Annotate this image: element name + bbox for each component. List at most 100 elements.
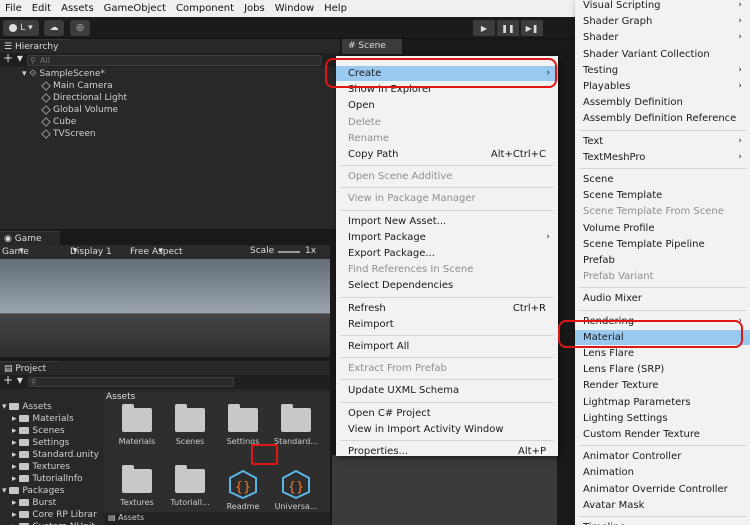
tab-scene[interactable]: # Scene [342, 39, 402, 54]
menu-item-find-references-in-scene[interactable]: Find References In Scene [336, 262, 558, 277]
add-icon[interactable]: + ▾ [3, 51, 23, 65]
menu-item-animation[interactable]: Animation [575, 465, 750, 480]
menu-item-scene[interactable]: Scene [575, 172, 750, 187]
menu-item-reimport-all[interactable]: Reimport All [336, 339, 558, 354]
menu-item-prefab[interactable]: Prefab [575, 253, 750, 268]
expand-arrow-icon[interactable]: ▾ [2, 486, 9, 496]
menu-item-select-dependencies[interactable]: Select Dependencies [336, 278, 558, 293]
expand-arrow-icon[interactable]: ▸ [12, 474, 19, 484]
menu-item-view-in-package-manager[interactable]: View in Package Manager [336, 191, 558, 206]
menu-item-prefab-variant[interactable]: Prefab Variant [575, 269, 750, 284]
menu-item-lighting-settings[interactable]: Lighting Settings [575, 411, 750, 426]
menu-jobs[interactable]: Jobs [239, 3, 270, 14]
menu-item-scene-template-from-scene[interactable]: Scene Template From Scene [575, 204, 750, 219]
menu-item-timeline[interactable]: Timeline [575, 520, 750, 525]
menu-window[interactable]: Window [270, 3, 319, 14]
project-tree-item-assets[interactable]: ▾ Assets [2, 402, 52, 412]
asset-materials[interactable]: Materials [112, 404, 162, 446]
asset-readme[interactable]: {} Readme [218, 469, 268, 511]
hierarchy-item-main-camera[interactable]: Main Camera [41, 80, 113, 91]
menu-item-import-new-asset[interactable]: Import New Asset... [336, 214, 558, 229]
menu-item-rename[interactable]: Rename [336, 131, 558, 146]
menu-item-lens-flare[interactable]: Lens Flare [575, 346, 750, 361]
display-dropdown[interactable]: Display 1 ▾ [70, 246, 112, 257]
menu-item-animator-controller[interactable]: Animator Controller [575, 449, 750, 464]
project-tree-item-core-rp-librar[interactable]: ▸ Core RP Librar [12, 510, 97, 520]
menu-item-refresh[interactable]: Refresh Ctrl+R [336, 301, 558, 316]
cloud-icon[interactable]: ☁ [44, 20, 64, 36]
tab-game[interactable]: ◉ Game [0, 231, 60, 246]
menu-item-lens-flare-srp[interactable]: Lens Flare (SRP) [575, 362, 750, 377]
menu-item-textmeshpro[interactable]: TextMeshPro › [575, 150, 750, 165]
menu-item-extract-from-prefab[interactable]: Extract From Prefab [336, 361, 558, 376]
project-tree-item-burst[interactable]: ▸ Burst [12, 498, 56, 508]
game-view-dropdown[interactable]: Game ▾ [2, 246, 29, 257]
project-tree-item-textures[interactable]: ▸ Textures [12, 462, 70, 472]
expand-arrow-icon[interactable]: ▸ [12, 510, 19, 520]
project-tree-item-packages[interactable]: ▾ Packages [2, 486, 64, 496]
project-tree-item-materials[interactable]: ▸ Materials [12, 414, 74, 424]
menu-item-update-uxml-schema[interactable]: Update UXML Schema [336, 383, 558, 398]
hierarchy-item-directional-light[interactable]: Directional Light [41, 92, 127, 103]
menu-item-delete[interactable]: Delete [336, 115, 558, 130]
step-button[interactable]: ▶❚ [521, 20, 543, 36]
collab-icon[interactable]: ◎ [70, 20, 90, 36]
menu-item-export-package[interactable]: Export Package... [336, 246, 558, 261]
expand-arrow-icon[interactable]: ▸ [12, 450, 19, 460]
game-view[interactable] [0, 259, 330, 357]
menu-component[interactable]: Component [171, 3, 239, 14]
menu-assets[interactable]: Assets [56, 3, 99, 14]
menu-item-volume-profile[interactable]: Volume Profile [575, 221, 750, 236]
menu-item-open-scene-additive[interactable]: Open Scene Additive [336, 169, 558, 184]
menu-item-testing[interactable]: Testing › [575, 63, 750, 78]
menu-item-scene-template-pipeline[interactable]: Scene Template Pipeline [575, 237, 750, 252]
menu-item-render-texture[interactable]: Render Texture [575, 378, 750, 393]
menu-item-assembly-definition-reference[interactable]: Assembly Definition Reference [575, 111, 750, 126]
hierarchy-item-global-volume[interactable]: Global Volume [41, 104, 118, 115]
add-icon[interactable]: + ▾ [3, 373, 23, 387]
asset-scenes[interactable]: Scenes [165, 404, 215, 446]
menu-item-custom-render-texture[interactable]: Custom Render Texture [575, 427, 750, 442]
hierarchy-search-input[interactable]: ⚲ All [27, 55, 322, 66]
asset-textures[interactable]: Textures [112, 465, 162, 507]
menu-item-open-c-project[interactable]: Open C# Project [336, 406, 558, 421]
project-tree-item-standard-unity[interactable]: ▸ Standard.unity [12, 450, 99, 460]
menu-item-scene-template[interactable]: Scene Template [575, 188, 750, 203]
menu-item-avatar-mask[interactable]: Avatar Mask [575, 498, 750, 513]
asset-tutoriall[interactable]: Tutoriall... [165, 465, 215, 507]
menu-item-copy-path[interactable]: Copy Path Alt+Ctrl+C [336, 147, 558, 162]
menu-gameobject[interactable]: GameObject [99, 3, 171, 14]
menu-edit[interactable]: Edit [27, 3, 56, 14]
aspect-dropdown[interactable]: Free Aspect ▾ [130, 246, 183, 257]
menu-item-text[interactable]: Text › [575, 134, 750, 149]
menu-item-assembly-definition[interactable]: Assembly Definition [575, 95, 750, 110]
project-tree-item-scenes[interactable]: ▸ Scenes [12, 426, 65, 436]
menu-item-shader-graph[interactable]: Shader Graph › [575, 14, 750, 29]
scene-view[interactable] [332, 455, 557, 525]
menu-item-animator-override-controller[interactable]: Animator Override Controller [575, 482, 750, 497]
hierarchy-item-tvscreen[interactable]: TVScreen [41, 128, 96, 139]
project-tree-item-settings[interactable]: ▸ Settings [12, 438, 69, 448]
project-search-input[interactable]: ⚲ [28, 377, 234, 387]
account-button[interactable]: L ▾ [3, 20, 39, 36]
menu-help[interactable]: Help [319, 3, 352, 14]
hierarchy-item-cube[interactable]: Cube [41, 116, 76, 127]
menu-item-open[interactable]: Open [336, 98, 558, 113]
expand-arrow-icon[interactable]: ▸ [12, 426, 19, 436]
asset-universa[interactable]: {} Universa... [271, 469, 321, 511]
expand-arrow-icon[interactable]: ▸ [12, 438, 19, 448]
asset-standard[interactable]: Standard... [271, 404, 321, 446]
menu-item-shader-variant-collection[interactable]: Shader Variant Collection [575, 47, 750, 62]
asset-settings[interactable]: Settings [218, 404, 268, 446]
pause-button[interactable]: ❚❚ [497, 20, 519, 36]
scale-slider[interactable] [278, 251, 300, 253]
project-tree-item-tutorialinfo[interactable]: ▸ TutorialInfo [12, 474, 83, 484]
menu-item-visual-scripting[interactable]: Visual Scripting › [575, 0, 750, 13]
menu-item-reimport[interactable]: Reimport [336, 317, 558, 332]
expand-arrow-icon[interactable]: ▸ [12, 498, 19, 508]
menu-item-playables[interactable]: Playables › [575, 79, 750, 94]
expand-arrow-icon[interactable]: ▸ [12, 462, 19, 472]
menu-item-lightmap-parameters[interactable]: Lightmap Parameters [575, 395, 750, 410]
menu-item-shader[interactable]: Shader › [575, 30, 750, 45]
expand-arrow-icon[interactable]: ▸ [12, 414, 19, 424]
